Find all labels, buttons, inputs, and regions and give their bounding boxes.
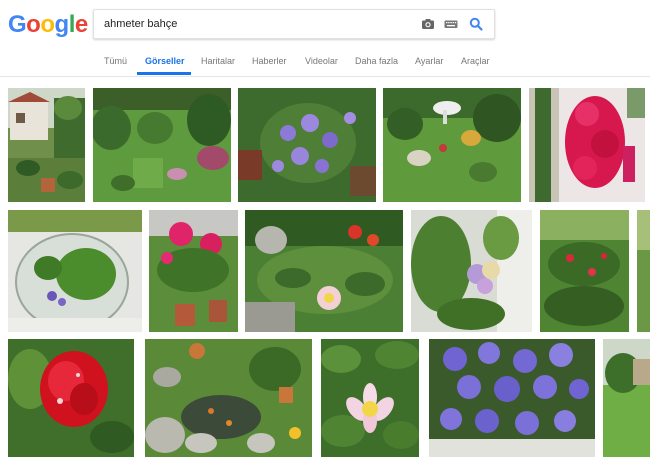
logo-letter: o xyxy=(40,11,55,38)
image-result[interactable] xyxy=(8,339,134,457)
search-box[interactable]: ahmeter bahçe xyxy=(93,9,495,39)
image-result[interactable] xyxy=(429,339,595,457)
image-result[interactable] xyxy=(145,339,312,457)
tab-videolar[interactable]: Videolar xyxy=(305,56,338,66)
image-result[interactable] xyxy=(383,88,521,202)
tab-daha-fazla[interactable]: Daha fazla xyxy=(355,56,398,66)
image-result[interactable] xyxy=(238,88,376,202)
image-result[interactable] xyxy=(149,210,238,332)
google-logo[interactable]: Google xyxy=(8,12,88,38)
logo-letter: e xyxy=(74,11,88,38)
image-result[interactable] xyxy=(8,210,142,332)
tab-haritalar[interactable]: Haritalar xyxy=(201,56,235,66)
tab-haberler[interactable]: Haberler xyxy=(252,56,287,66)
tab-tumu[interactable]: Tümü xyxy=(104,56,127,66)
search-input[interactable]: ahmeter bahçe xyxy=(104,18,177,30)
image-result[interactable] xyxy=(245,210,403,332)
tab-araclar[interactable]: Araçlar xyxy=(461,56,490,66)
image-result[interactable] xyxy=(321,339,419,457)
keyboard-icon[interactable] xyxy=(443,16,459,32)
logo-letter: G xyxy=(8,11,27,38)
tab-gorseller[interactable]: Görseller xyxy=(145,56,185,66)
image-result[interactable] xyxy=(93,88,231,202)
tab-ayarlar[interactable]: Ayarlar xyxy=(415,56,443,66)
header-divider xyxy=(0,76,650,77)
image-result[interactable] xyxy=(8,88,85,202)
logo-letter: g xyxy=(54,11,70,38)
search-icon[interactable] xyxy=(468,16,484,32)
image-result[interactable] xyxy=(603,339,650,457)
logo-letter: o xyxy=(26,11,41,38)
active-tab-indicator xyxy=(137,72,191,75)
camera-icon[interactable] xyxy=(420,16,436,32)
image-result[interactable] xyxy=(411,210,532,332)
image-result[interactable] xyxy=(529,88,645,202)
image-result[interactable] xyxy=(540,210,629,332)
image-result[interactable] xyxy=(637,210,650,332)
